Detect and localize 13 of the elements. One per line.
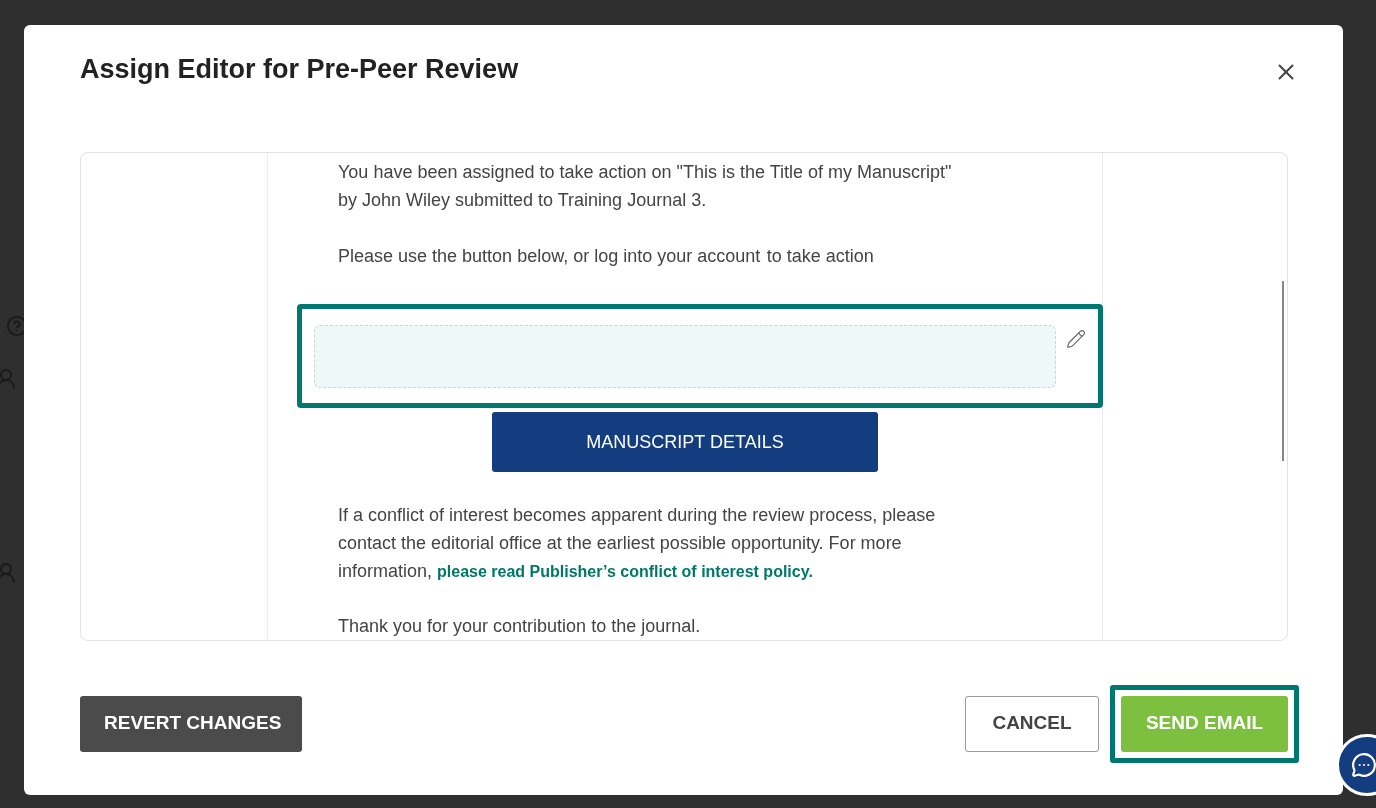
cancel-button[interactable]: CANCEL	[965, 695, 1099, 752]
dialog-title: Assign Editor for Pre-Peer Review	[80, 53, 519, 86]
policy-link[interactable]: please read Publisher’s conflict of interest policy.	[437, 562, 813, 580]
email-text: Thank you for your contribution to the journal.	[337, 614, 702, 638]
manuscript-details-button[interactable]: MANUSCRIPT DETAILS	[492, 411, 878, 472]
revert-button[interactable]: REVERT CHANGES	[80, 695, 302, 752]
scrollbar[interactable]	[1282, 280, 1284, 461]
email-text: You have been assigned to take action on "This is the Title of my Manuscript" by John Wiley submitted to Training Journal 3.	[337, 160, 953, 212]
email-text: If a conflict of interest becomes apparent during the review process, please contact the editorial office at the earliest possible opportunity. For more information, please read Publisher’s conflict of interest policy.	[337, 503, 937, 583]
pencil-icon[interactable]	[1066, 328, 1086, 349]
chat-icon	[1351, 752, 1376, 778]
email-text: Please use the button below, or log into your account to take action	[337, 244, 875, 268]
editable-field[interactable]	[314, 324, 1056, 388]
